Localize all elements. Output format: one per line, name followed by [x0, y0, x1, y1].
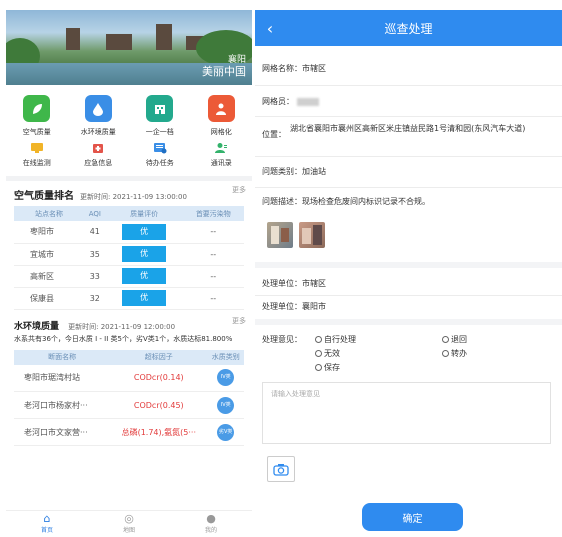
water-class-badge: IV类 — [217, 396, 235, 414]
rating-badge: 优 — [122, 223, 167, 240]
radio-transfer[interactable]: 转办 — [442, 348, 467, 359]
table-row[interactable]: 老河口市文家营··· 总磷(1.74),氨氮(5··· 劣V类 — [14, 418, 244, 446]
banner-slogan: 襄阳 美丽中国 — [202, 55, 246, 78]
table-row[interactable]: 枣阳市 41 优 -- — [14, 221, 244, 244]
map-icon: ◎ — [124, 512, 134, 525]
page-title: 巡查处理 — [384, 21, 433, 36]
water-class-badge: 劣V类 — [217, 423, 235, 441]
water-class-badge: IV类 — [217, 369, 235, 387]
menu-enterprise-file[interactable]: 一企一档 — [129, 95, 191, 137]
water-quality-section: 水环境质量 更新时间: 2021-11-09 12:00:00 更多 水系共有3… — [6, 310, 252, 344]
radio-circle-icon — [442, 336, 449, 343]
rating-badge: 优 — [122, 268, 167, 284]
table-row[interactable]: 老河口市杨家村··· CODcr(0.45) IV类 — [14, 391, 244, 419]
blurred-name — [296, 97, 319, 106]
radio-circle-icon — [315, 336, 322, 343]
grid-member-field: 网格员： — [262, 96, 319, 107]
menu-water-quality[interactable]: 水环境质量 — [68, 95, 130, 137]
menu-air-quality[interactable]: 空气质量 — [6, 95, 68, 137]
confirm-button[interactable]: 确定 — [362, 503, 463, 531]
tab-profile[interactable]: ● 我的 — [170, 511, 252, 536]
menu-grid-management[interactable]: 网格化 — [191, 95, 253, 137]
task-icon — [152, 141, 168, 155]
air-ranking-table: 站点名称 AQI 质量评价 首要污染物 枣阳市 41 优 -- 宜城市 35 优… — [14, 206, 244, 310]
bottom-tab-bar: ⌂ 首页 ◎ 地图 ● 我的 — [6, 510, 252, 536]
grid-name-field: 网格名称：市辖区 — [262, 64, 326, 73]
function-menu: 空气质量 水环境质量 一企一档 网格化 在线监测 应急信息 待办任务 通讯录 — [6, 85, 252, 170]
radio-circle-icon — [315, 364, 322, 371]
opinion-label: 处理意见： — [262, 335, 302, 344]
handling-unit-field: 处理单位：市辖区 — [262, 279, 326, 288]
table-row[interactable]: 保康县 32 优 -- — [14, 287, 244, 310]
water-quality-summary: 水系共有36个，今日水质 I - II 类5个，劣V类1个，水质达标81.800… — [14, 334, 233, 343]
water-quality-title: 水环境质量 — [14, 321, 60, 332]
radio-self-handle[interactable]: 自行处理 — [315, 334, 356, 345]
rating-badge: 优 — [122, 290, 167, 306]
radio-return[interactable]: 退回 — [442, 334, 467, 345]
factory-icon — [146, 95, 174, 122]
radio-circle-icon — [442, 350, 449, 357]
description-field: 问题描述：现场检查危废间内标识记录不合规。 — [262, 197, 430, 206]
inspection-handling-screen: ‹ 巡查处理 网格名称：市辖区 网格员： 位置： 湖北省襄阳市襄州区高新区米庄镇… — [255, 10, 562, 536]
water-quality-update-time: 更新时间: 2021-11-09 12:00:00 — [68, 322, 176, 331]
category-field: 问题类别：加油站 — [262, 167, 326, 176]
home-screen: 襄阳 美丽中国 空气质量 水环境质量 一企一档 网格化 在线监测 应急信息 待办… — [6, 10, 252, 536]
home-icon: ⌂ — [43, 512, 51, 525]
handling-unit-field: 处理单位：襄阳市 — [262, 302, 326, 311]
water-quality-more-link[interactable]: 更多 — [232, 316, 246, 326]
table-row[interactable]: 枣阳市琚湾村站 CODcr(0.14) IV类 — [14, 364, 244, 392]
table-row[interactable]: 宜城市 35 优 -- — [14, 243, 244, 266]
location-field: 位置： 湖北省襄阳市襄州区高新区米庄镇益民路1号清和园(东风汽车大道) — [262, 124, 526, 139]
menu-contacts[interactable]: 通讯录 — [191, 141, 253, 168]
air-ranking-header: 空气质量排名 更新时间: 2021-11-09 13:00:00 更多 — [6, 181, 252, 206]
table-row[interactable]: 高新区 33 优 -- — [14, 265, 244, 288]
menu-pending-tasks[interactable]: 待办任务 — [129, 141, 191, 168]
emergency-icon — [90, 141, 106, 155]
radio-save[interactable]: 保存 — [315, 362, 340, 373]
photo-thumbnail[interactable] — [267, 222, 293, 248]
radio-invalid[interactable]: 无效 — [315, 348, 340, 359]
radio-circle-icon — [315, 350, 322, 357]
table-header-row: 断面名称 超标因子 水质类别 — [14, 349, 244, 365]
water-drop-icon — [84, 95, 112, 122]
menu-online-monitoring[interactable]: 在线监测 — [6, 141, 68, 168]
leaf-icon — [23, 95, 51, 122]
contacts-icon — [213, 141, 229, 155]
rating-badge: 优 — [122, 246, 167, 262]
monitor-icon — [29, 141, 45, 155]
air-ranking-more-link[interactable]: 更多 — [232, 185, 246, 195]
menu-emergency-info[interactable]: 应急信息 — [68, 141, 130, 168]
city-banner: 襄阳 美丽中国 — [6, 10, 252, 85]
tab-map[interactable]: ◎ 地图 — [88, 511, 170, 536]
air-ranking-update-time: 更新时间: 2021-11-09 13:00:00 — [80, 193, 187, 201]
user-icon: ● — [206, 512, 216, 525]
air-ranking-title: 空气质量排名 — [14, 191, 74, 202]
person-grid-icon — [207, 95, 235, 122]
water-quality-table: 断面名称 超标因子 水质类别 枣阳市琚湾村站 CODcr(0.14) IV类 老… — [14, 349, 244, 446]
tab-home[interactable]: ⌂ 首页 — [6, 511, 88, 536]
opinion-textarea[interactable]: 请输入处理意见 — [262, 382, 551, 444]
camera-icon[interactable] — [267, 456, 295, 482]
nav-bar: ‹ 巡查处理 — [255, 10, 562, 46]
photo-thumbnail[interactable] — [299, 222, 325, 248]
table-header-row: 站点名称 AQI 质量评价 首要污染物 — [14, 206, 244, 221]
